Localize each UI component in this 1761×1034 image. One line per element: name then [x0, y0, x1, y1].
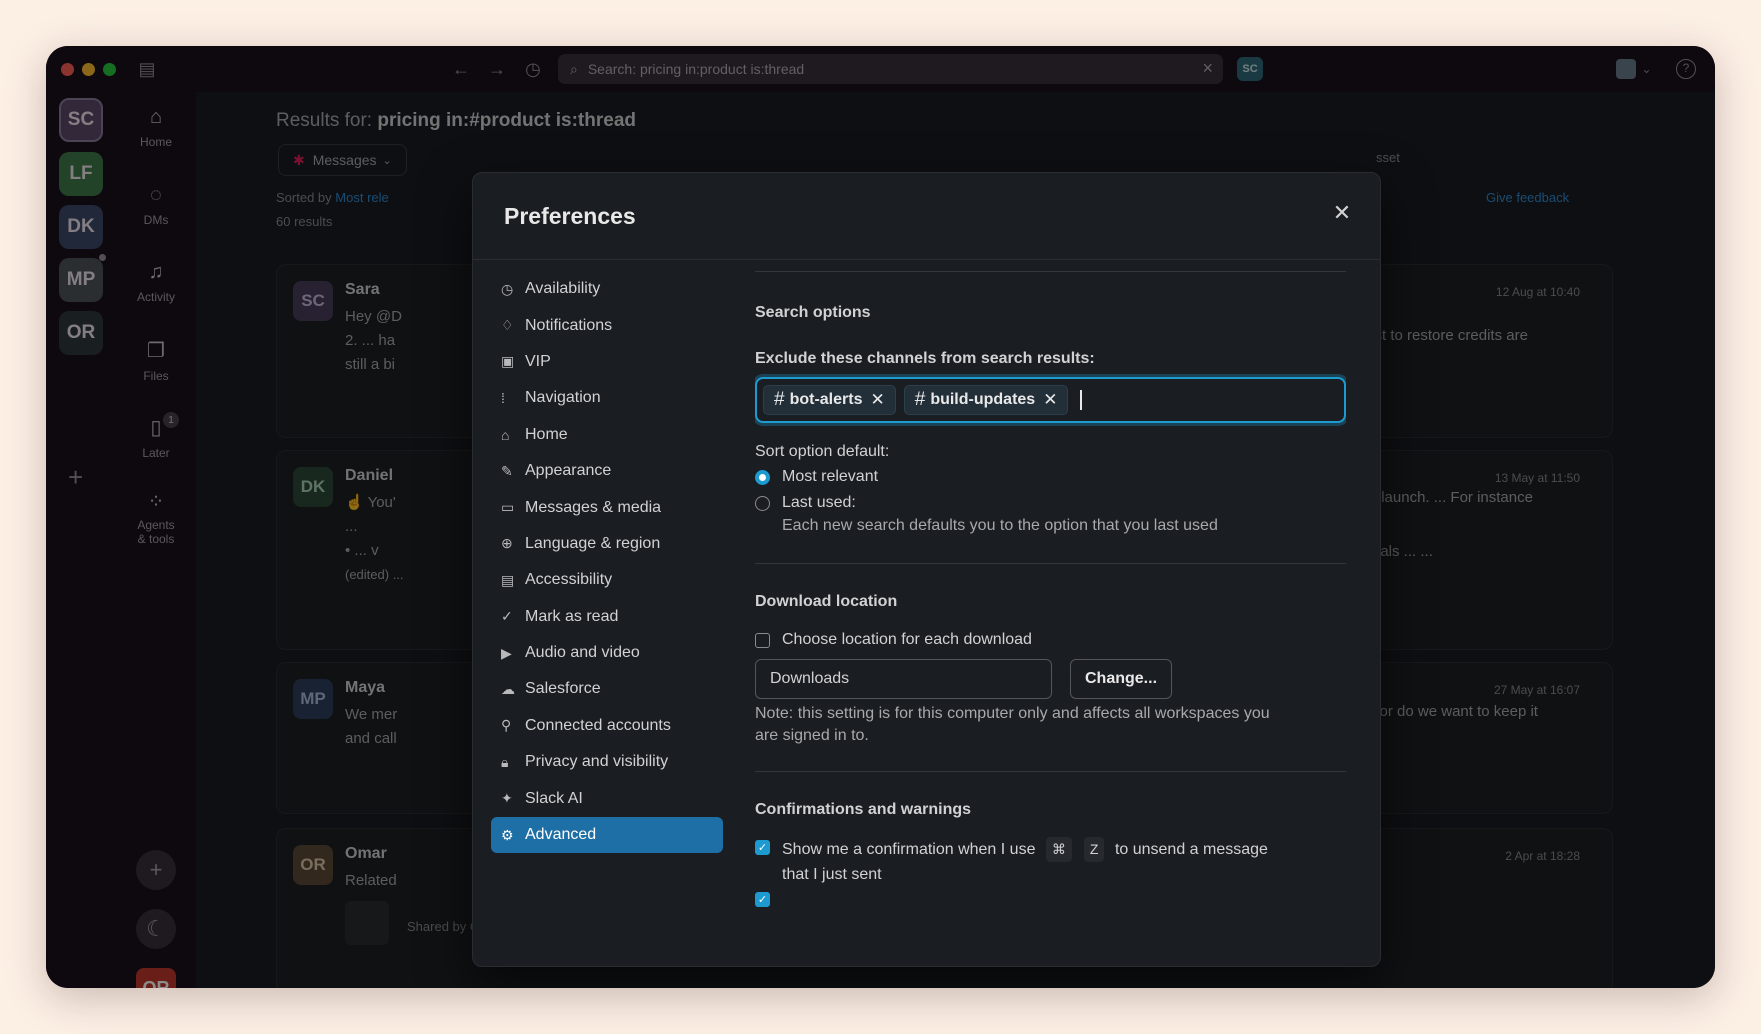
channel-token-bot-alerts[interactable]: # bot-alerts ✕: [763, 385, 896, 415]
pref-menu-label: Notifications: [525, 316, 613, 334]
pref-menu-label: Messages & media: [525, 498, 662, 516]
search-options-title: Search options: [755, 304, 871, 321]
pref-menu-label: VIP: [525, 352, 551, 370]
unsend-confirmation-checkbox[interactable]: ✓: [755, 840, 770, 855]
divider: [755, 771, 1346, 772]
pref-menu-item-messages-media[interactable]: ▭ Messages & media: [491, 489, 723, 525]
pref-menu-item-audio-and-video[interactable]: ▶ Audio and video: [491, 635, 723, 671]
check-circle-icon: ✓: [501, 608, 513, 625]
next-confirmation-row[interactable]: ✓: [755, 889, 782, 907]
brush-icon: ✎: [501, 462, 513, 479]
pref-menu-label: Appearance: [525, 462, 612, 480]
sort-default-label: Sort option default:: [755, 443, 890, 460]
pref-menu-item-connected-accounts[interactable]: ⚲ Connected accounts: [491, 708, 723, 744]
radio-button-selected[interactable]: [755, 469, 770, 485]
pref-menu-item-privacy-and-visibility[interactable]: 🔒︎ Privacy and visibility: [491, 744, 723, 780]
pref-menu-label: Accessibility: [525, 571, 613, 589]
unsend-confirmation-label: Show me a confirmation when I use ⌘ Z to …: [782, 837, 1282, 887]
close-modal-button[interactable]: ✕: [1324, 195, 1360, 231]
home-icon: ⌂: [501, 426, 510, 443]
pref-menu-label: Salesforce: [525, 680, 601, 698]
gear-icon: ⚙: [501, 826, 514, 843]
hash-icon: #: [774, 389, 785, 410]
pref-menu-label: Privacy and visibility: [525, 753, 669, 771]
pref-menu-item-salesforce[interactable]: ☁ Salesforce: [491, 671, 723, 707]
radio-last-used[interactable]: Last used:: [755, 494, 856, 512]
clock-icon: ◷: [501, 280, 514, 297]
accessibility-icon: ▤: [501, 571, 515, 588]
pref-menu-item-appearance[interactable]: ✎ Appearance: [491, 453, 723, 489]
pref-menu-label: Availability: [525, 280, 601, 298]
choose-location-checkbox-row[interactable]: Choose location for each download: [755, 631, 1032, 649]
channel-token-build-updates[interactable]: # build-updates ✕: [903, 385, 1069, 415]
pref-menu-item-home[interactable]: ⌂ Home: [491, 417, 723, 453]
preferences-menu: ◷ Availability ♢ Notifications ▣ VIP ⁞ Navigati…: [491, 271, 723, 854]
navigation-icon: ⁞: [501, 390, 505, 407]
download-note: Note: this setting is for this computer …: [755, 705, 1270, 744]
unsend-confirmation-row[interactable]: ✓ Show me a confirmation when I use ⌘ Z t…: [755, 837, 1282, 887]
pref-menu-item-language-region[interactable]: ⊕ Language & region: [491, 526, 723, 562]
plug-icon: ⚲: [501, 717, 512, 734]
text-caret: [1080, 390, 1083, 410]
radio-most-relevant[interactable]: Most relevant: [755, 468, 878, 486]
cmd-key: ⌘: [1045, 837, 1072, 862]
app-window: ▤ ← → ◷ ⌕ Search: pricing in:product is:…: [46, 46, 1715, 988]
radio-button[interactable]: [755, 495, 770, 511]
divider: [473, 259, 1380, 260]
message-icon: ▭: [501, 499, 515, 516]
remove-token-icon[interactable]: ✕: [870, 390, 884, 410]
pref-menu-label: Home: [525, 425, 568, 443]
modal-title: Preferences: [504, 203, 636, 229]
pref-menu-label: Connected accounts: [525, 716, 671, 734]
confirmations-title: Confirmations and warnings: [755, 801, 972, 818]
pref-menu-item-advanced[interactable]: ⚙ Advanced: [491, 816, 723, 854]
pref-menu-label: Advanced: [525, 826, 597, 844]
video-icon: ▶: [501, 644, 512, 661]
pref-menu-item-vip[interactable]: ▣ VIP: [491, 344, 723, 380]
change-location-button[interactable]: Change...: [1070, 659, 1173, 699]
pref-menu-item-availability[interactable]: ◷ Availability: [491, 271, 723, 307]
last-used-help: Each new search defaults you to the opti…: [782, 517, 1218, 534]
globe-icon: ⊕: [501, 535, 513, 552]
vip-icon: ▣: [501, 353, 515, 370]
z-key: Z: [1083, 837, 1105, 862]
next-confirmation-checkbox[interactable]: ✓: [755, 892, 770, 907]
pref-menu-item-notifications[interactable]: ♢ Notifications: [491, 307, 723, 343]
advanced-settings: Search options Exclude these channels fr…: [755, 271, 1346, 953]
remove-token-icon[interactable]: ✕: [1043, 390, 1057, 410]
hash-icon: #: [914, 389, 926, 410]
exclude-channels-label: Exclude these channels from search resul…: [755, 350, 1095, 367]
pref-menu-item-accessibility[interactable]: ▤ Accessibility: [491, 562, 723, 598]
close-icon: ✕: [1332, 200, 1352, 225]
pref-menu-label: Slack AI: [525, 789, 583, 807]
pref-menu-item-mark-as-read[interactable]: ✓ Mark as read: [491, 599, 723, 635]
pref-menu-item-navigation[interactable]: ⁞ Navigation: [491, 380, 723, 416]
pref-menu-label: Audio and video: [525, 644, 640, 662]
exclude-channels-input[interactable]: # bot-alerts ✕ # build-updates ✕: [755, 377, 1346, 423]
divider: [755, 271, 1346, 272]
download-location-title: Download location: [755, 593, 898, 610]
pref-menu-item-slack-ai[interactable]: ✦ Slack AI: [491, 780, 723, 816]
bell-icon: ♢: [501, 317, 514, 334]
lock-icon: 🔒︎: [501, 753, 509, 770]
pref-menu-label: Language & region: [525, 534, 661, 552]
sparkle-icon: ✦: [501, 790, 513, 807]
divider: [755, 563, 1346, 564]
pref-menu-label: Mark as read: [525, 607, 619, 625]
pref-menu-label: Navigation: [525, 389, 601, 407]
cloud-icon: ☁: [501, 680, 515, 697]
preferences-modal: Preferences ✕ ◷ Availability ♢ Notification…: [472, 172, 1381, 967]
download-folder-field[interactable]: Downloads: [755, 659, 1052, 699]
choose-location-checkbox[interactable]: [755, 632, 770, 648]
